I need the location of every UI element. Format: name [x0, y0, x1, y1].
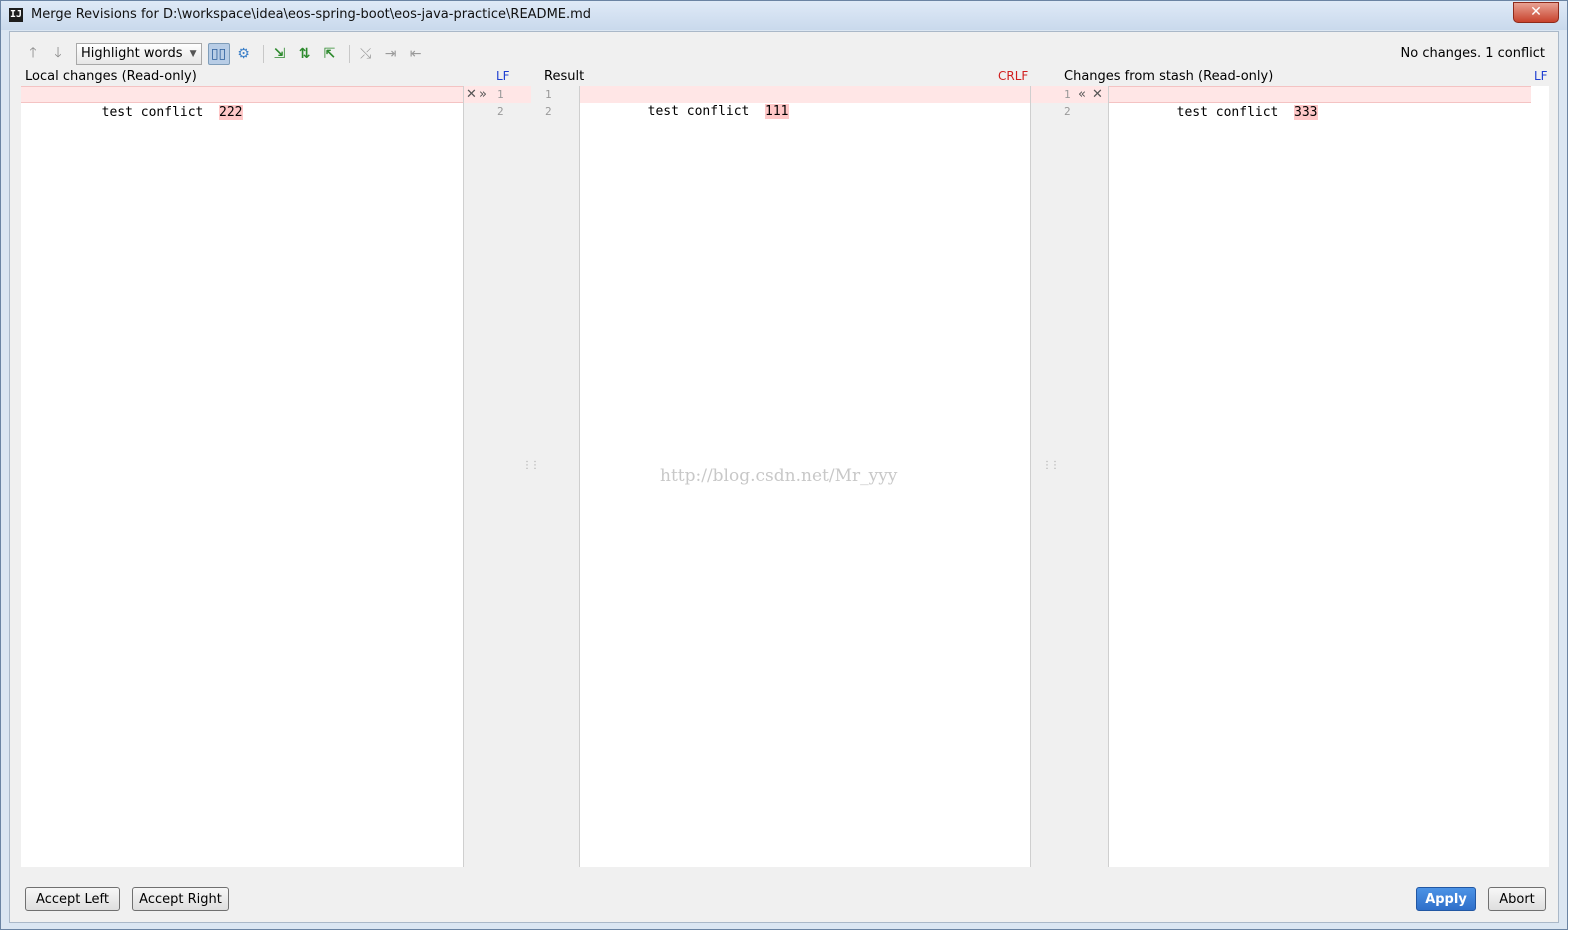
accept-right-side-icon[interactable]: ⇤: [405, 43, 427, 65]
gear-icon[interactable]: ⚙: [233, 43, 255, 65]
left-line-number: 1: [497, 88, 504, 101]
apply-non-conflicting-all-icon[interactable]: ⇅: [294, 43, 316, 65]
apply-non-conflicting-right-icon[interactable]: ⇱: [319, 43, 341, 65]
highlight-mode-dropdown[interactable]: Highlight words ▼: [76, 43, 202, 65]
right-line-number: 1: [1064, 88, 1071, 101]
close-window-button[interactable]: ✕: [1513, 2, 1559, 23]
conflict-status: No changes. 1 conflict: [1400, 46, 1545, 61]
left-changed-word: 222: [219, 105, 243, 120]
apply-non-conflicting-left-icon[interactable]: ⇲: [269, 43, 291, 65]
result-code-line-1: test conflict 111: [580, 86, 1030, 119]
chevron-down-icon: ▼: [189, 49, 197, 59]
merge-dialog-window: IJ Merge Revisions for D:\workspace\idea…: [0, 0, 1568, 930]
watermark: http://blog.csdn.net/Mr_yyy: [660, 466, 898, 486]
side-by-side-view-toggle-icon[interactable]: ▯▯: [207, 43, 230, 65]
center-line-number: 1: [545, 88, 552, 101]
apply-button[interactable]: Apply: [1416, 887, 1476, 911]
right-changed-word: 333: [1294, 105, 1318, 120]
left-code-line-1: test conflict 222: [21, 86, 463, 120]
left-editor[interactable]: test conflict 222: [21, 86, 463, 867]
window-title: Merge Revisions for D:\workspace\idea\eo…: [31, 7, 592, 22]
center-right-divider: [1030, 86, 1031, 867]
magic-resolve-icon[interactable]: ⤯: [355, 43, 377, 65]
next-difference-arrow-down-icon[interactable]: 🡓: [47, 43, 69, 65]
dialog-content: 🡑 🡓 Highlight words ▼ ▯▯ ⚙ ⇲ ⇅ ⇱ ⤯ ⇥ ⇤ N…: [9, 31, 1559, 923]
right-editor[interactable]: test conflict 333: [1109, 86, 1549, 867]
right-splitter-grip-icon[interactable]: ⋮⋮: [1042, 460, 1060, 471]
accept-left-side-icon[interactable]: ⇥: [380, 43, 402, 65]
accept-left-change-icon[interactable]: »: [479, 86, 487, 103]
left-splitter-grip-icon[interactable]: ⋮⋮: [522, 460, 540, 471]
right-panel-title: Changes from stash (Read-only): [1064, 69, 1274, 84]
left-line-separator[interactable]: LF: [496, 69, 510, 83]
toolbar-separator: [348, 45, 350, 63]
ignore-left-change-icon[interactable]: ✕: [466, 86, 477, 103]
right-line-number: 2: [1064, 105, 1071, 118]
highlight-mode-value: Highlight words: [81, 46, 183, 61]
accept-right-button[interactable]: Accept Right: [132, 887, 229, 911]
left-line-number: 2: [497, 105, 504, 118]
toolbar-separator: [262, 45, 264, 63]
ignore-right-change-icon[interactable]: ✕: [1092, 86, 1103, 103]
left-divider: [463, 86, 464, 867]
accept-left-button[interactable]: Accept Left: [25, 887, 120, 911]
right-line-separator[interactable]: LF: [1534, 69, 1548, 83]
abort-button[interactable]: Abort: [1488, 887, 1546, 911]
center-line-separator[interactable]: CRLF: [998, 69, 1028, 83]
right-gutter: 1 2 « ✕: [1030, 86, 1108, 867]
title-bar: IJ Merge Revisions for D:\workspace\idea…: [1, 1, 1567, 30]
toolbar: 🡑 🡓 Highlight words ▼ ▯▯ ⚙ ⇲ ⇅ ⇱ ⤯ ⇥ ⇤: [22, 42, 430, 66]
intellij-app-icon: IJ: [9, 8, 23, 22]
right-code-line-1: test conflict 333: [1109, 86, 1531, 120]
result-changed-word: 111: [765, 104, 789, 119]
left-panel-title: Local changes (Read-only): [25, 69, 197, 84]
center-line-number: 2: [545, 105, 552, 118]
center-panel-title: Result: [544, 69, 585, 84]
previous-difference-arrow-up-icon[interactable]: 🡑: [22, 43, 44, 65]
accept-right-change-icon[interactable]: «: [1078, 86, 1086, 103]
left-gutter: ✕ » 1 2 1 2: [463, 86, 579, 867]
